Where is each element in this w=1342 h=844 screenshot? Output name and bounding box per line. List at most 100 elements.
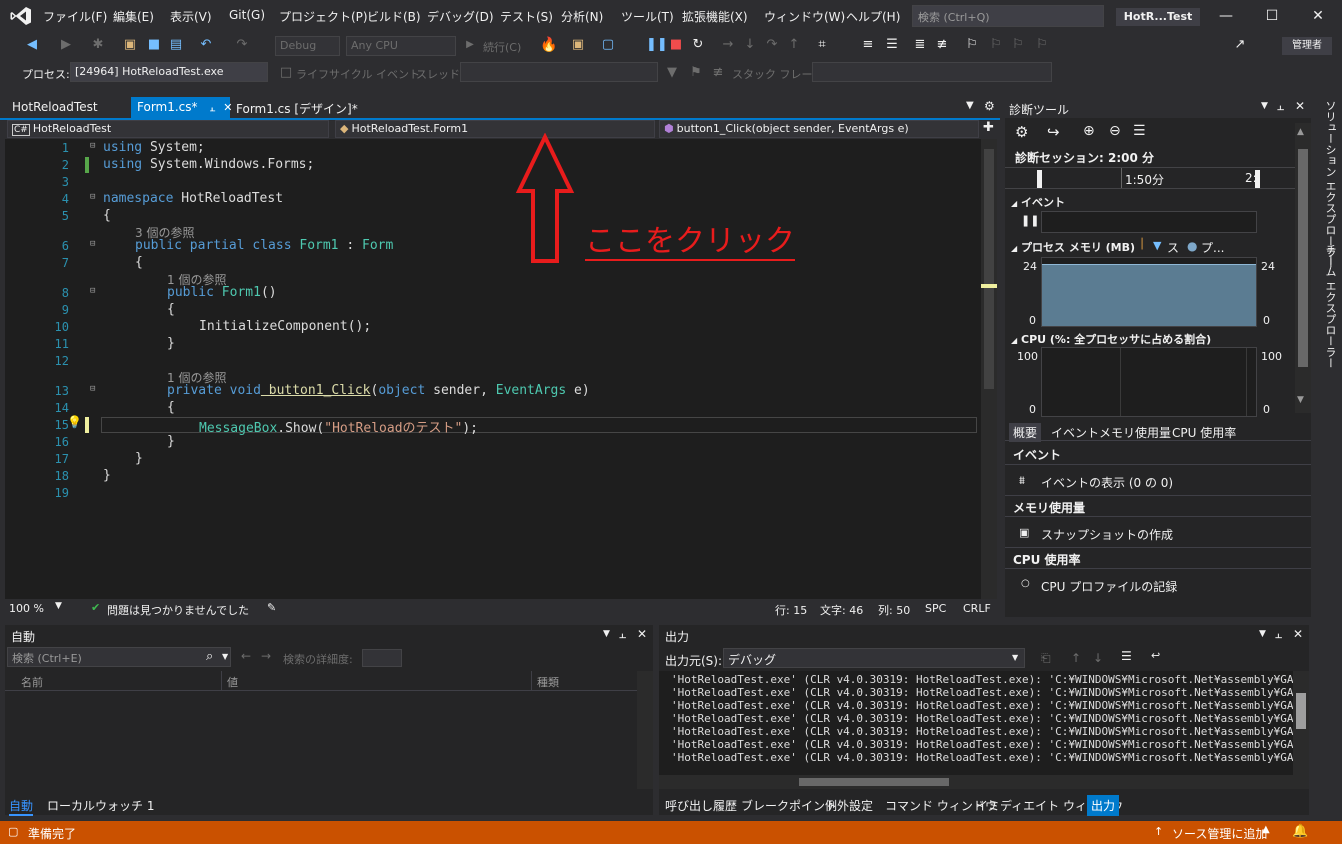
platform-dropdown[interactable]: Any CPU xyxy=(346,36,456,56)
admin-badge[interactable]: 管理者 xyxy=(1282,37,1332,55)
lightbulb-icon[interactable]: 💡 xyxy=(67,415,82,429)
hex-display-icon[interactable]: ⌗ xyxy=(814,37,830,53)
scrollbar-thumb[interactable] xyxy=(1298,149,1308,367)
timeline-start-handle[interactable] xyxy=(1037,170,1042,188)
tab-form1-cs[interactable]: Form1.cs* ⫠ ✕ xyxy=(131,97,232,118)
back-icon[interactable]: ◀ xyxy=(24,37,40,53)
step-out-icon[interactable]: ↑ xyxy=(786,37,802,53)
split-icon[interactable]: ✚ xyxy=(983,120,994,135)
record-cpu-profile-button[interactable]: CPU プロファイルの記録 xyxy=(1041,578,1177,595)
menu-tools[interactable]: ツール(T) xyxy=(621,8,674,26)
cpu-section-label[interactable]: ◢ CPU (%: 全プロセッサに占める割合) xyxy=(1011,331,1211,347)
column-indicator[interactable]: 列: 50 xyxy=(878,602,910,618)
project-dropdown[interactable]: C# HotReloadTest xyxy=(7,120,329,138)
prev-message-icon[interactable]: ↑ xyxy=(1071,651,1081,665)
chevron-down-icon[interactable]: ▼ xyxy=(1261,101,1268,111)
tab-overview[interactable]: 概要 xyxy=(1009,423,1042,442)
scrollbar-thumb[interactable] xyxy=(799,778,949,786)
word-wrap-icon[interactable]: ↩ xyxy=(1151,649,1160,662)
memory-section-label[interactable]: ◢ プロセス メモリ (MB) xyxy=(1011,239,1135,255)
clear-all-icon[interactable]: ☰ xyxy=(1121,649,1132,663)
autos-search-input[interactable]: 検索 (Ctrl+E) ⌕ ▼ xyxy=(7,647,231,667)
tab-watch1[interactable]: ウォッチ 1 xyxy=(95,797,154,814)
column-divider[interactable] xyxy=(531,671,532,691)
redo-icon[interactable]: ↷ xyxy=(234,37,250,53)
tab-output[interactable]: 出力 xyxy=(1087,795,1120,816)
editor-scrollbar[interactable] xyxy=(981,139,997,599)
brush-icon[interactable]: ✎ xyxy=(267,601,276,614)
comment-icon[interactable]: ≣ xyxy=(912,37,928,53)
notification-bell-icon[interactable]: 🔔 xyxy=(1292,824,1308,839)
filter-icon[interactable]: ▼ xyxy=(664,65,680,81)
configuration-dropdown[interactable]: Debug xyxy=(275,36,340,56)
scroll-down-icon[interactable]: ▼ xyxy=(1297,395,1304,405)
settings-icon[interactable]: ⚙ xyxy=(984,99,995,113)
close-icon[interactable]: ✕ xyxy=(637,627,647,641)
scroll-up-icon[interactable]: ▲ xyxy=(1297,127,1304,137)
memory-chart[interactable] xyxy=(1041,257,1257,327)
show-threads-icon[interactable]: ≢ xyxy=(710,65,726,81)
save-all-icon[interactable]: ▤ xyxy=(168,37,184,53)
menu-project[interactable]: プロジェクト(P) xyxy=(279,8,368,26)
output-text-area[interactable]: 'HotReloadTest.exe' (CLR v4.0.30319: Hot… xyxy=(659,671,1293,789)
column-value[interactable]: 値 xyxy=(227,674,238,690)
pause-icon[interactable]: ❚❚ xyxy=(646,37,668,53)
undo-icon[interactable]: ↶ xyxy=(198,37,214,53)
pin-icon[interactable]: ⫠ xyxy=(1277,99,1284,114)
search-back-icon[interactable]: ← xyxy=(241,649,251,663)
tab-exception-settings[interactable]: 例外設定 xyxy=(825,797,873,814)
step-over-icon[interactable]: ↷ xyxy=(764,37,780,53)
prev-bookmark-icon[interactable]: ⚐ xyxy=(988,37,1004,53)
timeline-end-handle[interactable] xyxy=(1255,170,1260,188)
menu-analyze[interactable]: 分析(N) xyxy=(561,8,603,26)
gear-icon[interactable]: ⚙ xyxy=(1015,123,1028,141)
menu-debug[interactable]: デバッグ(D) xyxy=(427,8,494,26)
column-type[interactable]: 種類 xyxy=(537,674,559,690)
code-editor[interactable]: 💡 ⊟ ⊟ ⊟ ⊟ ⊟ 1 2 3 4 5 6 7 8 9 10 11 12 1… xyxy=(5,133,981,599)
collapse-toggle-icon[interactable]: ⊟ xyxy=(90,192,95,202)
new-item-icon[interactable]: ✱ xyxy=(90,37,106,53)
timeline-ruler[interactable]: 1:50分 2: xyxy=(1005,167,1295,189)
menu-edit[interactable]: 編集(E) xyxy=(113,8,154,26)
events-section-label[interactable]: ◢ イベント xyxy=(1011,194,1065,210)
export-icon[interactable]: ↪ xyxy=(1047,123,1060,141)
zoom-dropdown[interactable]: 100 % xyxy=(9,602,44,615)
tab-form1-design[interactable]: Form1.cs [デザイン]* xyxy=(230,97,364,118)
threads-icon[interactable]: ≡ xyxy=(860,37,876,53)
minimize-button[interactable]: — xyxy=(1206,4,1246,28)
search-input[interactable]: 検索 (Ctrl+Q) ⌕ xyxy=(912,5,1104,27)
line-indicator[interactable]: 行: 15 xyxy=(775,602,807,618)
close-button[interactable]: ✕ xyxy=(1298,4,1338,28)
char-indicator[interactable]: 文字: 46 xyxy=(820,602,863,618)
next-message-icon[interactable]: ↓ xyxy=(1093,651,1103,665)
step-into-icon[interactable]: ↓ xyxy=(742,37,758,53)
collapse-toggle-icon[interactable]: ⊟ xyxy=(90,286,95,296)
issues-status[interactable]: 問題は見つかりませんでした xyxy=(107,602,249,618)
lifecycle-events-button[interactable]: ライフサイクル イベント xyxy=(296,66,420,82)
bookmark-icon[interactable]: ⚐ xyxy=(964,37,980,53)
line-ending-indicator[interactable]: CRLF xyxy=(963,602,991,615)
flag-icon[interactable]: ⚑ xyxy=(688,65,704,81)
uncomment-icon[interactable]: ≢ xyxy=(934,37,950,53)
tab-autos[interactable]: 自動 xyxy=(9,797,34,816)
menu-help[interactable]: ヘルプ(H) xyxy=(846,8,900,26)
output-hscrollbar[interactable] xyxy=(659,775,1293,789)
stack-icon[interactable]: ☰ xyxy=(884,37,900,53)
reset-zoom-icon[interactable]: ☰ xyxy=(1133,123,1146,139)
stop-icon[interactable]: ■ xyxy=(668,37,684,53)
whitespace-indicator[interactable]: SPC xyxy=(925,602,946,615)
output-source-dropdown[interactable]: デバッグ ▼ xyxy=(723,648,1025,668)
chevron-down-icon[interactable]: ▼ xyxy=(1259,629,1266,639)
search-depth-dropdown[interactable] xyxy=(362,649,402,667)
column-divider[interactable] xyxy=(221,671,222,691)
tab-call-stack[interactable]: 呼び出し履歴 xyxy=(665,797,737,814)
tab-solution-explorer[interactable]: ソリューション エクスプローラー xyxy=(1316,100,1338,269)
scrollbar-thumb[interactable] xyxy=(984,149,994,389)
process-dropdown[interactable]: [24964] HotReloadTest.exe xyxy=(70,62,268,82)
clear-bookmarks-icon[interactable]: ⚐ xyxy=(1034,37,1050,53)
cpu-chart[interactable] xyxy=(1041,347,1257,417)
collapse-toggle-icon[interactable]: ⊟ xyxy=(90,239,95,249)
menu-test[interactable]: テスト(S) xyxy=(500,8,553,26)
tab-breakpoints[interactable]: ブレークポイント xyxy=(741,797,837,814)
collapse-toggle-icon[interactable]: ⊟ xyxy=(90,384,95,394)
